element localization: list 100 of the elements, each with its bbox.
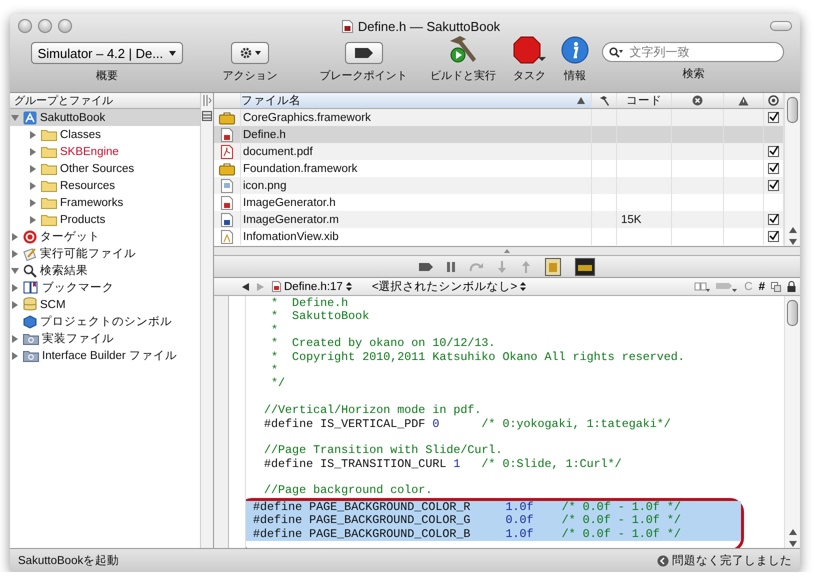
column-header: ファイル名 xyxy=(241,94,301,108)
code-comment: /* 0.0f - 1.0f */ xyxy=(562,513,681,528)
xib-file-icon xyxy=(221,230,233,244)
checkbox[interactable] xyxy=(768,214,779,225)
code-directive: #define PAGE_BACKGROUND_COLOR_G xyxy=(253,513,470,528)
code-directive: #define PAGE_BACKGROUND_COLOR_B xyxy=(253,526,470,541)
code-comment: * Define.h xyxy=(270,296,348,310)
pause-icon xyxy=(447,262,455,272)
file-row[interactable]: ImageGenerator.m 15K xyxy=(214,211,784,228)
counterpart-icon[interactable] xyxy=(771,282,781,292)
target-icon xyxy=(23,230,37,244)
tree-label: Other Sources xyxy=(60,162,134,174)
file-name: document.pdf xyxy=(243,146,313,158)
file-name: ImageGenerator.m xyxy=(243,214,339,226)
step-over-icon xyxy=(469,262,483,272)
checkbox[interactable] xyxy=(768,163,779,174)
tree-label: 実行可能ファイル xyxy=(40,246,136,261)
zoom-button[interactable] xyxy=(58,19,72,33)
file-row[interactable]: Define.h xyxy=(214,126,784,143)
tree-row[interactable]: Products xyxy=(28,211,200,228)
tree-row[interactable]: Classes xyxy=(28,126,200,143)
pencil-icon xyxy=(23,246,37,260)
back-circle-icon xyxy=(657,554,669,566)
file-name: Define.h xyxy=(243,128,286,140)
checkbox[interactable] xyxy=(768,231,779,242)
build-status-text: 問題なく完了しました xyxy=(672,553,792,568)
breakpoints-menu-icon[interactable] xyxy=(716,282,738,292)
tree-row[interactable]: Interface Builder ファイル xyxy=(10,347,200,364)
checkbox[interactable] xyxy=(768,112,779,123)
tasks-button[interactable] xyxy=(512,36,546,64)
warning-icon xyxy=(738,96,749,106)
tree-row[interactable]: 検索結果 xyxy=(10,262,200,279)
tree-row[interactable]: SKBEngine xyxy=(28,143,200,160)
code-comment: /* 0:yokogaki, 1:tategaki*/ xyxy=(481,416,671,431)
debugger-window-icon xyxy=(545,258,561,276)
code-directive: #define IS_TRANSITION_CURL xyxy=(264,456,446,471)
tree-row[interactable]: Other Sources xyxy=(28,160,200,177)
tree-label: ターゲット xyxy=(40,230,100,244)
code-comment: /* 0.0f - 1.0f */ xyxy=(562,526,681,541)
file-row[interactable]: icon.png xyxy=(214,177,784,194)
tree-label: 実装ファイル xyxy=(42,331,114,346)
database-icon xyxy=(23,297,37,312)
code-comment: * SakuttoBook xyxy=(270,309,370,324)
header-file-icon xyxy=(342,20,353,32)
toolbar-label: ブレークポイント xyxy=(320,68,408,83)
toolbar-toggle-button[interactable] xyxy=(770,21,792,31)
hammer-icon xyxy=(598,95,610,106)
file-row[interactable]: document.pdf xyxy=(214,143,784,160)
code-comment: //Page background color. xyxy=(264,483,432,498)
error-icon xyxy=(692,95,703,106)
file-row[interactable]: CoreGraphics.framework xyxy=(214,109,784,126)
lock-icon[interactable] xyxy=(787,281,796,292)
tree-row[interactable]: SCM xyxy=(10,296,200,313)
file-name: CoreGraphics.framework xyxy=(243,112,371,124)
action-button[interactable] xyxy=(231,42,269,64)
file-name: icon.png xyxy=(243,180,286,192)
tree-label: ブックマーク xyxy=(42,280,114,295)
minimize-button[interactable] xyxy=(38,19,52,33)
scheme-popup[interactable]: Simulator – 4.2 | De... xyxy=(30,42,184,64)
search-icon xyxy=(609,46,624,58)
search-input[interactable]: 文字列一致 xyxy=(627,44,772,60)
tree-row[interactable]: ブックマーク xyxy=(10,279,200,296)
code-comment: * Created by okano on 10/12/13. xyxy=(270,336,496,350)
tree-row[interactable]: 実装ファイル xyxy=(10,330,200,347)
back-icon[interactable] xyxy=(242,282,249,290)
tree-row[interactable]: 実行可能ファイル xyxy=(10,245,200,262)
smart-folder-icon xyxy=(23,332,39,345)
bookmarks-menu-icon[interactable] xyxy=(694,282,710,292)
scroll-up-icon xyxy=(788,528,796,536)
source-file-icon xyxy=(221,212,233,226)
smart-folder-icon xyxy=(23,349,39,362)
stop-sign-icon xyxy=(512,35,546,65)
folder-icon xyxy=(41,145,57,158)
folder-icon xyxy=(41,179,57,192)
checkbox[interactable] xyxy=(768,146,779,157)
tree-row[interactable]: Frameworks xyxy=(28,194,200,211)
code-comment: * xyxy=(270,322,278,337)
code-directive: #define IS_VERTICAL_PDF xyxy=(264,416,426,431)
tree-row[interactable]: プロジェクトのシンボル xyxy=(10,313,200,330)
step-into-icon xyxy=(497,260,507,272)
folder-icon xyxy=(41,196,57,209)
code-comment: //Vertical/Horizon mode in pdf. xyxy=(264,403,482,418)
include-menu[interactable]: # xyxy=(758,280,765,292)
search-field[interactable]: 文字列一致 xyxy=(602,42,784,62)
tree-row[interactable]: Resources xyxy=(28,177,200,194)
header-file-icon xyxy=(221,128,233,142)
tree-row[interactable]: ターゲット xyxy=(10,228,200,245)
checkbox[interactable] xyxy=(768,180,779,191)
up-down-arrows-icon xyxy=(520,282,526,291)
grid-view-icon xyxy=(202,111,212,121)
close-button[interactable] xyxy=(18,19,32,33)
tree-row[interactable]: SakuttoBook xyxy=(10,109,200,126)
code-comment: * Copyright 2010,2011 Katsuhiko Okano All rights reserved. xyxy=(270,350,685,364)
info-button[interactable] xyxy=(560,36,589,64)
breakpoints-button[interactable] xyxy=(344,42,383,64)
symbol-popup[interactable]: <選択されたシンボルなし> xyxy=(372,279,526,294)
file-popup[interactable]: Define.h:17 xyxy=(272,280,352,292)
code-comment: * xyxy=(270,362,278,377)
up-down-arrows-icon xyxy=(346,282,352,291)
toolbox-icon xyxy=(219,162,235,176)
